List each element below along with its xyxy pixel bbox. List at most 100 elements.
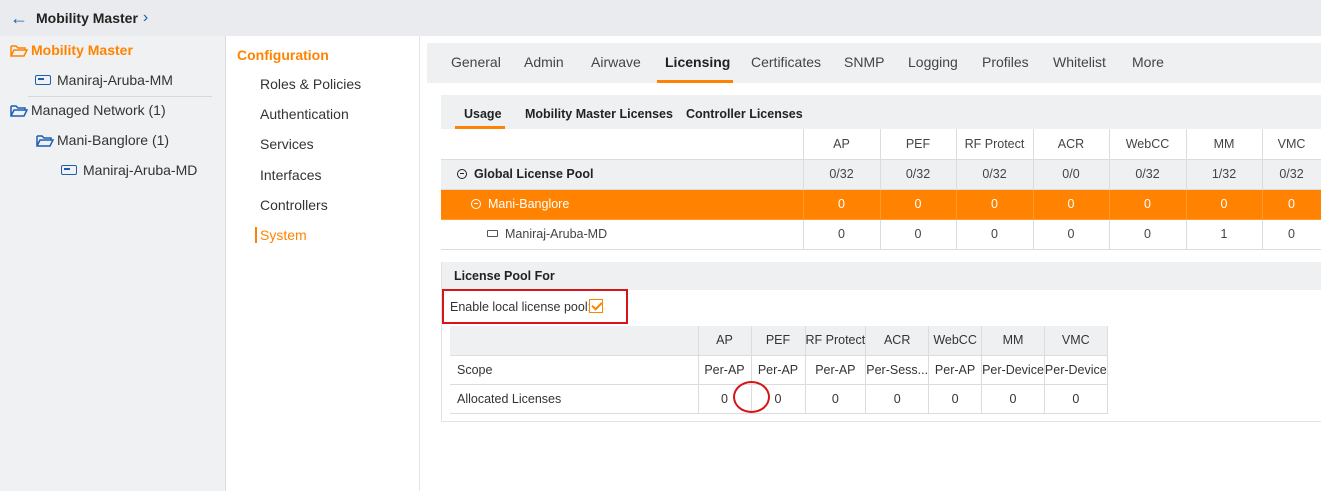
column-header: PEF bbox=[880, 129, 957, 160]
license-pool-panel: License Pool For Enable local license po… bbox=[441, 262, 1321, 422]
nav-item-system[interactable]: System bbox=[255, 227, 307, 243]
allocated-input-rfprotect[interactable]: 0 bbox=[805, 384, 867, 414]
tree-item-mobility-master[interactable]: Mobility Master bbox=[10, 42, 133, 58]
table-cell: 0 bbox=[880, 219, 957, 250]
subtab-usage[interactable]: Usage bbox=[464, 107, 502, 121]
tree-item-managed-network[interactable]: Managed Network (1) bbox=[10, 102, 166, 118]
highlight-circle bbox=[733, 381, 770, 413]
tree-divider bbox=[28, 96, 212, 97]
table-cell: 0 bbox=[1033, 219, 1110, 250]
table-cell: 0/0 bbox=[1033, 159, 1110, 190]
active-tab-indicator bbox=[657, 80, 733, 83]
tree-label: Mobility Master bbox=[31, 42, 133, 58]
tab-more[interactable]: More bbox=[1132, 54, 1164, 70]
tab-airwave[interactable]: Airwave bbox=[591, 54, 641, 70]
top-bar: ← Mobility Master › bbox=[0, 0, 1321, 36]
row-name: Global License Pool bbox=[474, 167, 594, 181]
column-header: ACR bbox=[865, 326, 930, 356]
column-header: WebCC bbox=[1109, 129, 1187, 160]
nav-item-interfaces[interactable]: Interfaces bbox=[260, 167, 321, 183]
tab-logging[interactable]: Logging bbox=[908, 54, 958, 70]
tree-label: Maniraj-Aruba-MD bbox=[83, 162, 198, 178]
nav-heading: Configuration bbox=[237, 47, 329, 63]
tree-item-mm-device[interactable]: Maniraj-Aruba-MM bbox=[35, 72, 173, 88]
device-icon bbox=[487, 230, 498, 237]
table-header-row: AP PEF RF Protect ACR WebCC MM VMC bbox=[441, 129, 1321, 160]
row-name: Mani-Banglore bbox=[488, 197, 570, 211]
tab-whitelist[interactable]: Whitelist bbox=[1053, 54, 1106, 70]
table-row-mani-banglore[interactable]: Mani-Banglore 0 0 0 0 0 0 0 bbox=[441, 189, 1321, 220]
table-cell: 0 bbox=[1109, 189, 1187, 220]
config-nav: Configuration Roles & Policies Authentic… bbox=[227, 36, 420, 491]
row-name-cell[interactable]: Mani-Banglore bbox=[441, 189, 804, 220]
column-header: VMC bbox=[1262, 129, 1321, 160]
usage-panel: Usage Mobility Master Licenses Controlle… bbox=[441, 95, 1321, 283]
table-cell: 0 bbox=[1186, 189, 1263, 220]
table-cell: Per-AP bbox=[805, 355, 867, 385]
tree-label: Maniraj-Aruba-MM bbox=[57, 72, 173, 88]
tab-certificates[interactable]: Certificates bbox=[751, 54, 821, 70]
table-cell: 0 bbox=[1262, 189, 1321, 220]
table-cell: 0 bbox=[803, 189, 881, 220]
license-pool-heading: License Pool For bbox=[454, 269, 555, 283]
nav-item-authentication[interactable]: Authentication bbox=[260, 106, 349, 122]
collapse-icon[interactable] bbox=[457, 169, 467, 179]
column-header: RF Protect bbox=[956, 129, 1034, 160]
tab-licensing[interactable]: Licensing bbox=[665, 54, 730, 70]
tab-snmp[interactable]: SNMP bbox=[844, 54, 884, 70]
allocated-input-acr[interactable]: 0 bbox=[865, 384, 930, 414]
table-cell: 0 bbox=[803, 219, 881, 250]
table-cell: 0/32 bbox=[1109, 159, 1187, 190]
header-cell-label bbox=[450, 326, 699, 356]
table-cell: 0/32 bbox=[956, 159, 1034, 190]
column-header: PEF bbox=[751, 326, 806, 356]
column-header: AP bbox=[803, 129, 881, 160]
back-arrow-icon[interactable]: ← bbox=[10, 8, 28, 29]
highlight-box bbox=[442, 289, 628, 324]
tab-profiles[interactable]: Profiles bbox=[982, 54, 1029, 70]
tab-admin[interactable]: Admin bbox=[524, 54, 564, 70]
table-cell: Per-Device bbox=[981, 355, 1045, 385]
subtab-controller-licenses[interactable]: Controller Licenses bbox=[686, 107, 803, 121]
table-cell: 0 bbox=[1262, 219, 1321, 250]
table-cell: 0/32 bbox=[880, 159, 957, 190]
table-row-md-device[interactable]: Maniraj-Aruba-MD 0 0 0 0 0 1 0 bbox=[441, 219, 1321, 250]
row-name-cell[interactable]: Maniraj-Aruba-MD bbox=[441, 219, 804, 250]
column-header: WebCC bbox=[928, 326, 983, 356]
column-header: VMC bbox=[1044, 326, 1108, 356]
row-name: Maniraj-Aruba-MD bbox=[505, 227, 608, 241]
table-cell: 0 bbox=[956, 189, 1034, 220]
nav-item-services[interactable]: Services bbox=[260, 136, 314, 152]
tree-item-md-device[interactable]: Maniraj-Aruba-MD bbox=[61, 162, 197, 178]
table-row-allocated: Allocated Licenses 0 0 0 0 0 0 0 bbox=[450, 384, 1108, 414]
allocated-input-webcc[interactable]: 0 bbox=[928, 384, 983, 414]
page-title: Mobility Master bbox=[36, 10, 138, 26]
subtab-mm-licenses[interactable]: Mobility Master Licenses bbox=[525, 107, 673, 121]
table-cell: 0/32 bbox=[803, 159, 881, 190]
allocated-input-vmc[interactable]: 0 bbox=[1044, 384, 1108, 414]
table-cell: 0/32 bbox=[1262, 159, 1321, 190]
row-name-cell[interactable]: Global License Pool bbox=[441, 159, 804, 190]
main-content: General Admin Airwave Licensing Certific… bbox=[421, 36, 1321, 491]
tree-item-mani-banglore[interactable]: Mani-Banglore (1) bbox=[36, 132, 169, 148]
table-cell: Per-AP bbox=[928, 355, 983, 385]
allocated-input-mm[interactable]: 0 bbox=[981, 384, 1045, 414]
collapse-icon[interactable] bbox=[471, 199, 481, 209]
chevron-right-icon[interactable]: › bbox=[143, 9, 148, 27]
table-cell: 1/32 bbox=[1186, 159, 1263, 190]
table-cell: 0 bbox=[1109, 219, 1187, 250]
license-pool-header: License Pool For bbox=[442, 262, 1321, 290]
open-folder-icon bbox=[10, 104, 28, 117]
row-label: Allocated Licenses bbox=[450, 384, 699, 414]
tab-general[interactable]: General bbox=[451, 54, 501, 70]
table-row-global-pool[interactable]: Global License Pool 0/32 0/32 0/32 0/0 0… bbox=[441, 159, 1321, 190]
nav-item-controllers[interactable]: Controllers bbox=[260, 197, 328, 213]
tree-label: Mani-Banglore (1) bbox=[57, 132, 170, 148]
column-header: RF Protect bbox=[805, 326, 867, 356]
nav-item-roles-policies[interactable]: Roles & Policies bbox=[260, 76, 361, 92]
usage-table: AP PEF RF Protect ACR WebCC MM VMC Globa… bbox=[441, 129, 1321, 250]
column-header: MM bbox=[1186, 129, 1263, 160]
row-label: Scope bbox=[450, 355, 699, 385]
open-folder-icon bbox=[36, 134, 54, 147]
table-cell: 0 bbox=[880, 189, 957, 220]
